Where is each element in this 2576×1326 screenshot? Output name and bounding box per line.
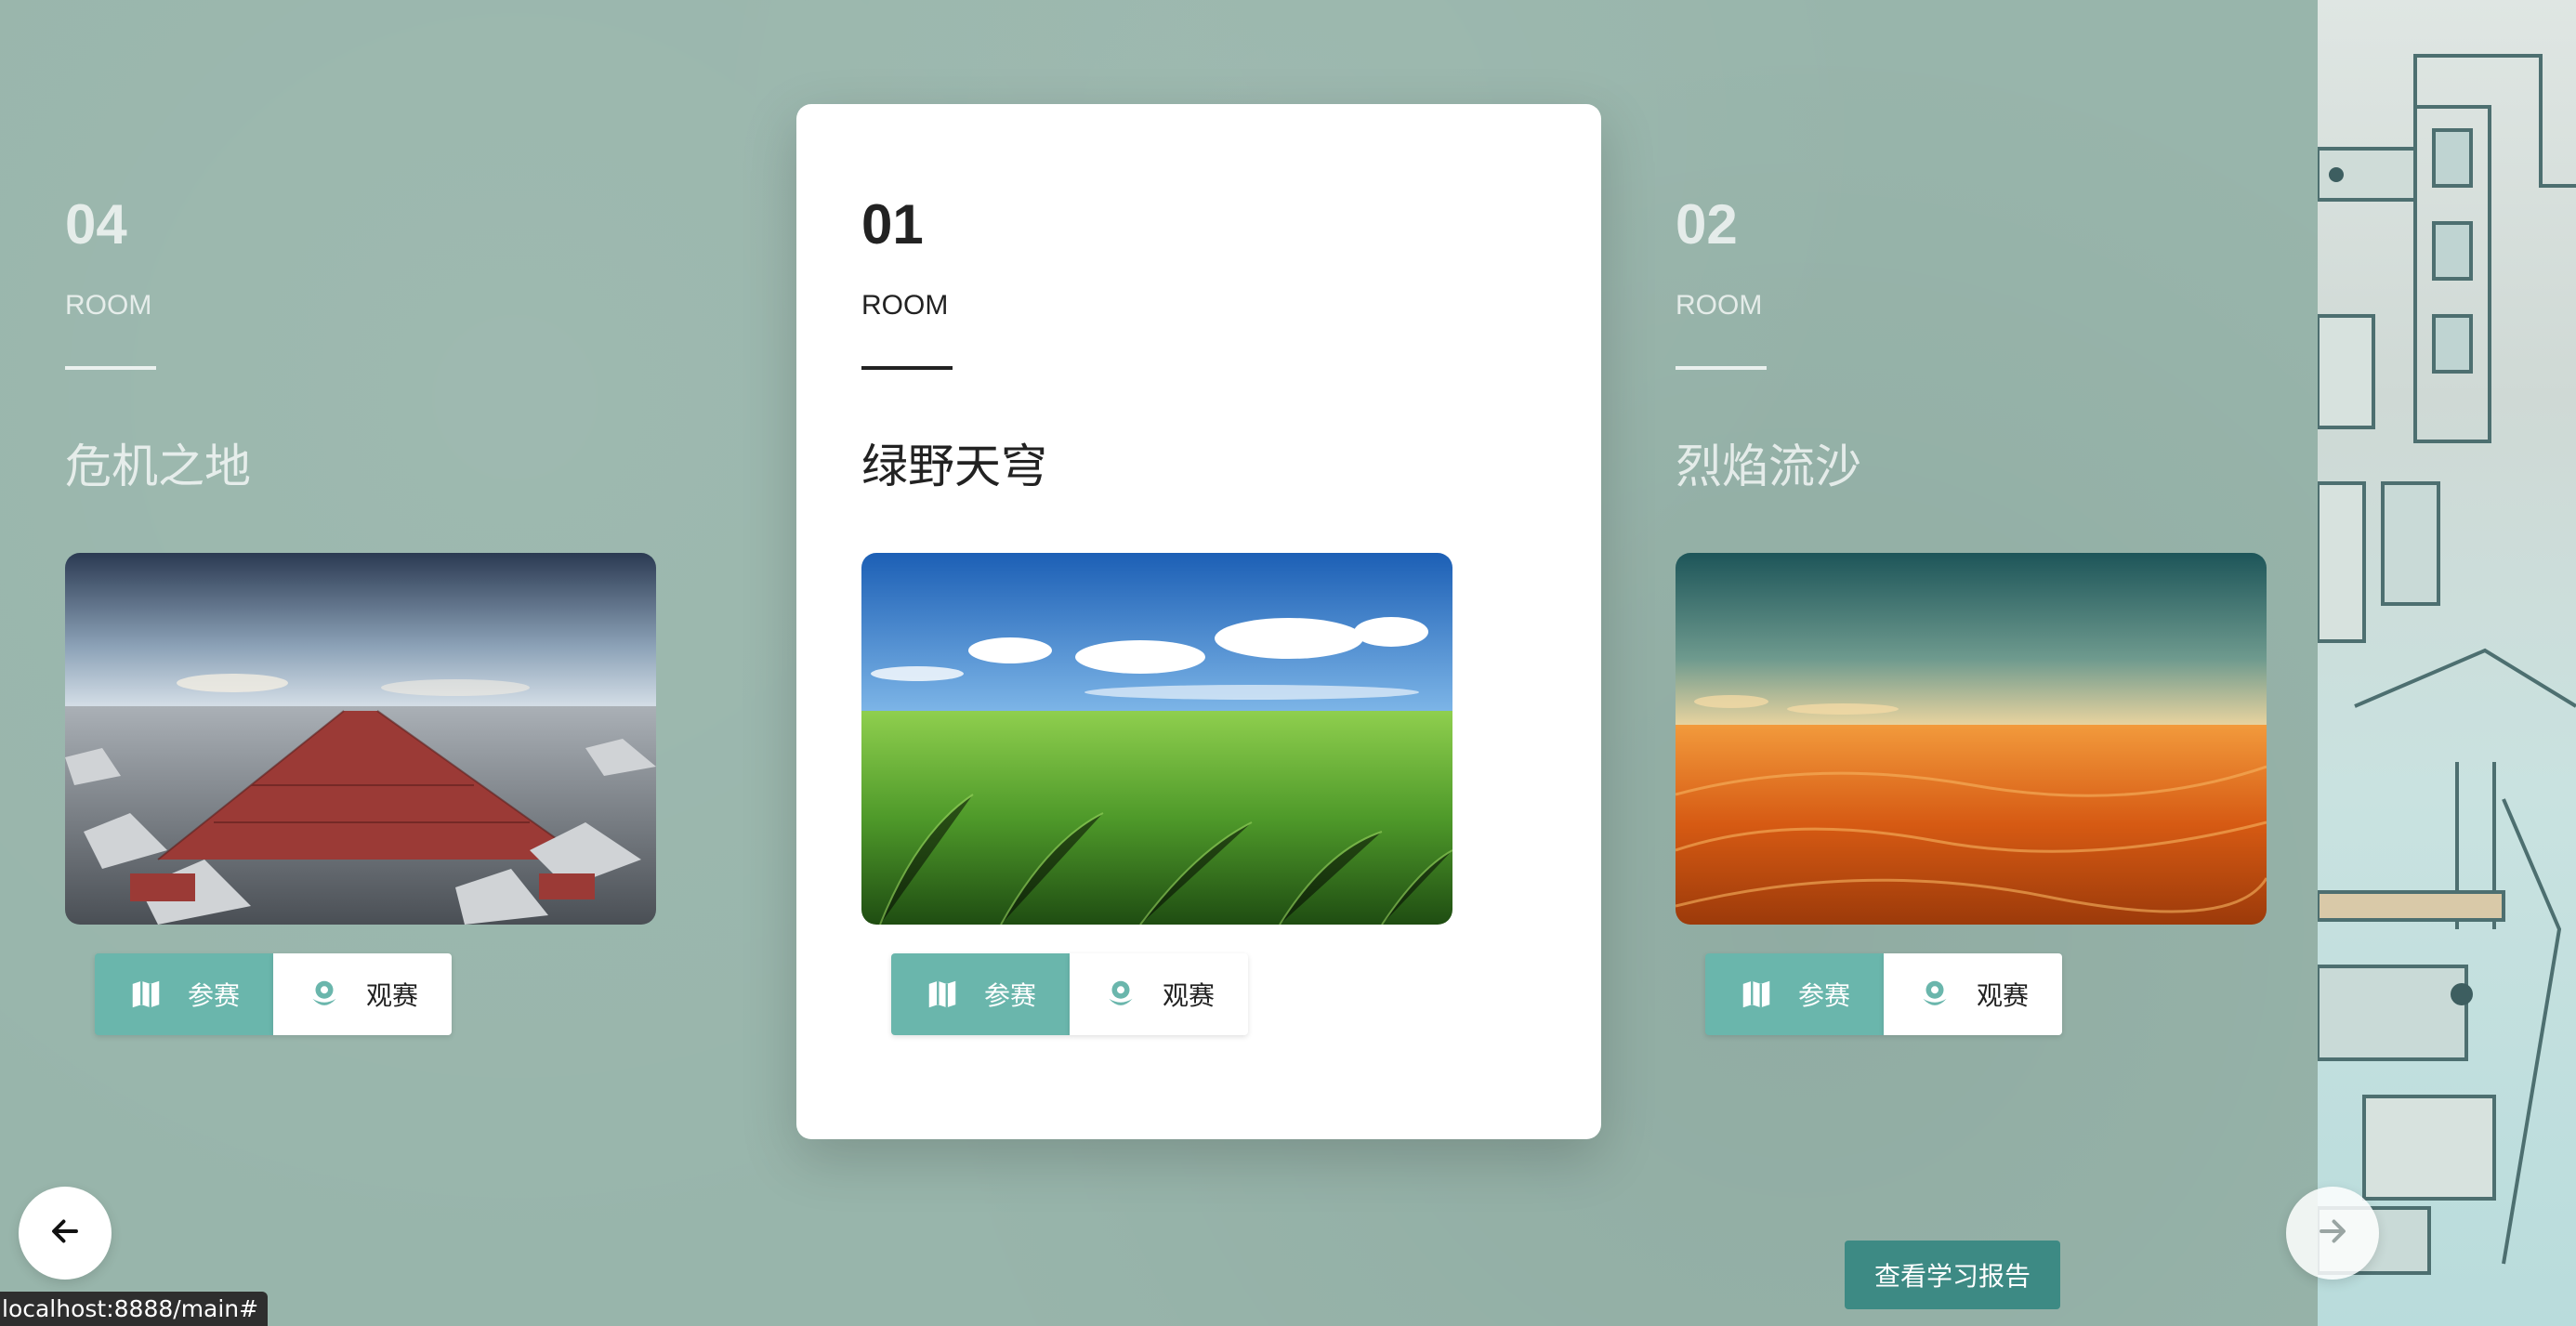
room-number: 04 [65,193,127,256]
flower-icon [1917,977,1952,1012]
divider [861,366,953,370]
arrow-right-icon [2316,1214,2349,1252]
flower-icon [307,977,342,1012]
join-label: 参赛 [187,980,240,1011]
divider [65,366,156,370]
watch-label: 观赛 [1162,980,1215,1011]
join-button[interactable]: 参赛 [95,953,273,1035]
join-label: 参赛 [1797,980,1850,1011]
join-button[interactable]: 参赛 [1705,953,1884,1035]
room-image-desert[interactable] [1676,553,2267,925]
watch-button[interactable]: 观赛 [1070,953,1248,1035]
room-card-02: 02 ROOM 烈焰流沙 参赛 观赛 [1610,104,2415,1139]
room-label: ROOM [1676,290,1763,321]
prev-arrow-button[interactable] [19,1187,112,1280]
card-actions: 参赛 观赛 [95,953,452,1035]
card-actions: 参赛 观赛 [1705,953,2062,1035]
map-icon [128,977,164,1012]
join-button[interactable]: 参赛 [891,953,1070,1035]
room-card-01: 01 ROOM 绿野天穹 参赛 观赛 [796,104,1601,1139]
watch-button[interactable]: 观赛 [1884,953,2062,1035]
watch-label: 观赛 [365,980,418,1011]
card-actions: 参赛 观赛 [891,953,1248,1035]
room-label: ROOM [861,290,949,321]
watch-button[interactable]: 观赛 [273,953,452,1035]
room-title: 绿野天穹 [861,440,1047,493]
view-learning-report-button[interactable]: 查看学习报告 [1845,1241,2060,1309]
flower-icon [1103,977,1138,1012]
room-image-grassland[interactable] [861,553,1452,925]
join-label: 参赛 [983,980,1036,1011]
divider [1676,366,1767,370]
watch-label: 观赛 [1976,980,2029,1011]
room-card-04: 04 ROOM 危机之地 参赛 观赛 [0,104,805,1139]
room-title: 危机之地 [65,440,251,493]
map-icon [1739,977,1774,1012]
arrow-left-icon [48,1214,82,1252]
room-label: ROOM [65,290,152,321]
status-bar-url: localhost:8888/main# [0,1292,269,1326]
room-image-rocky-wasteland[interactable] [65,553,656,925]
room-number: 02 [1676,193,1738,256]
decorative-illustration [2318,0,2576,1326]
room-number: 01 [861,193,924,256]
next-arrow-button[interactable] [2286,1187,2379,1280]
map-icon [925,977,960,1012]
room-title: 烈焰流沙 [1676,440,1861,493]
